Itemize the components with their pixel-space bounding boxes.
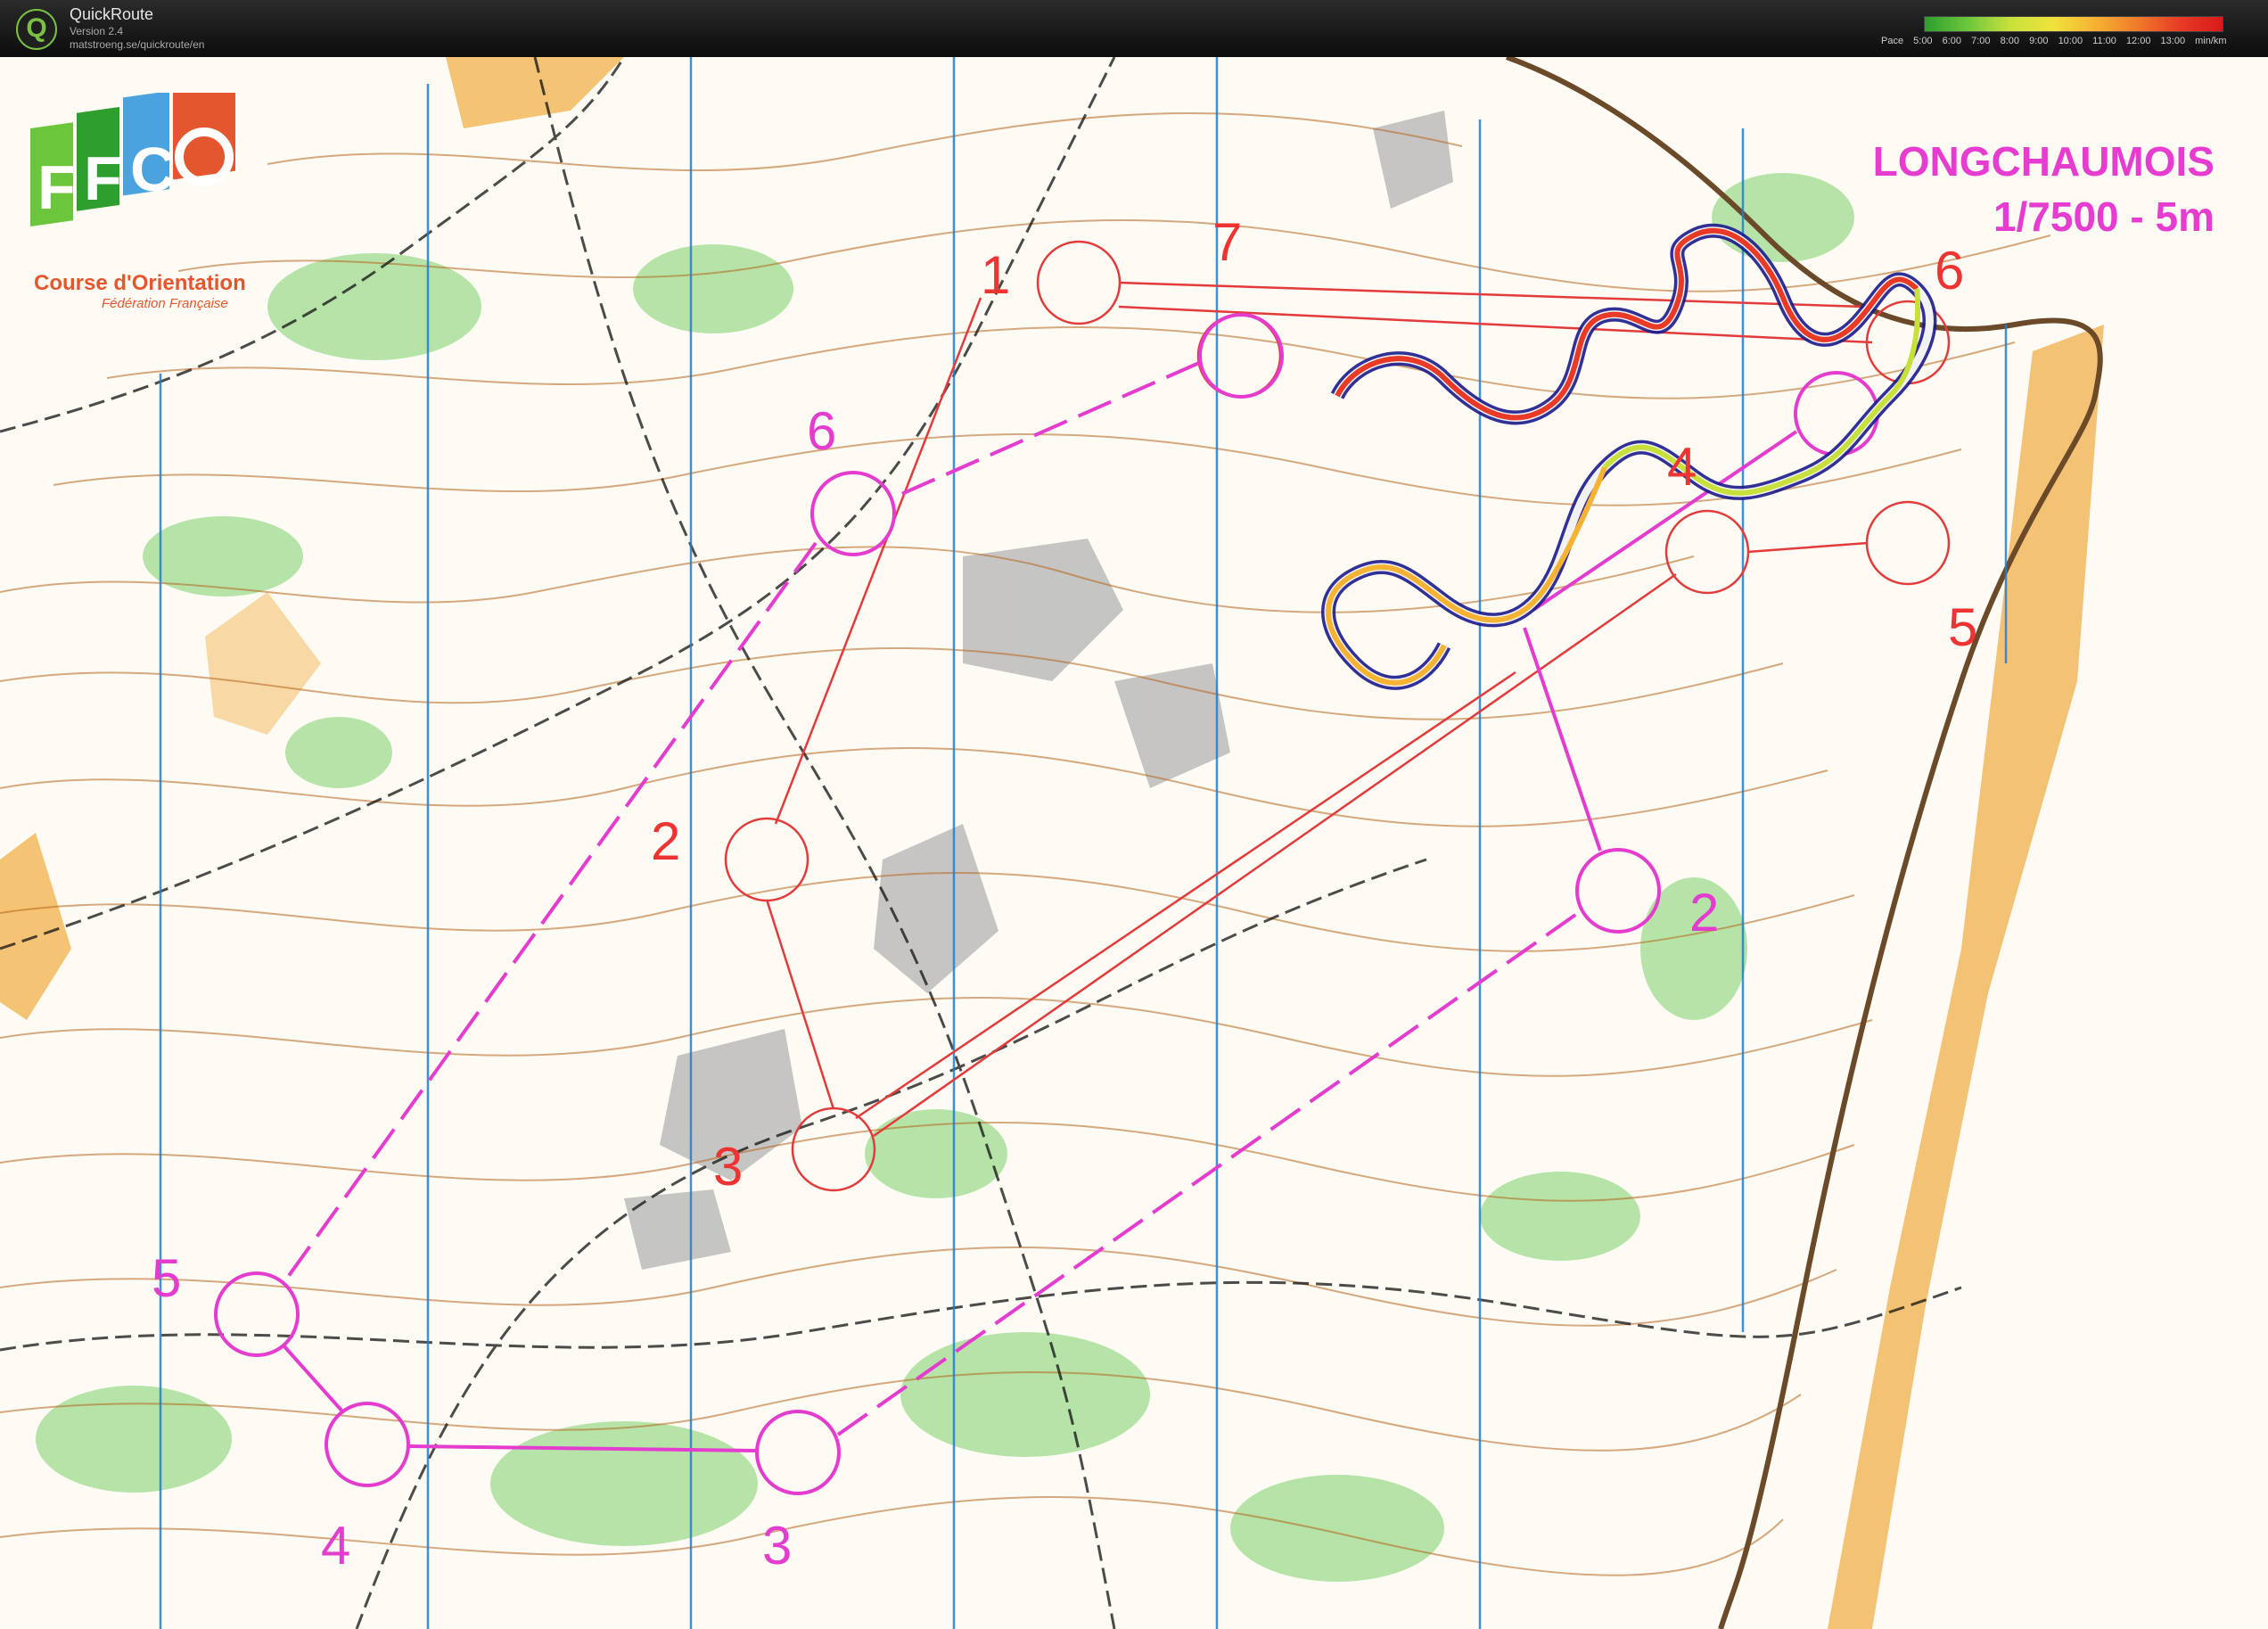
ffco-logo-icon: F F C — [30, 93, 235, 226]
control-number: 2 — [1689, 883, 1720, 942]
control-number: 3 — [762, 1516, 793, 1576]
control-number: 4 — [321, 1516, 351, 1576]
orienteering-map[interactable]: F F C Course d'Orientation Fédération Fr… — [0, 57, 2268, 1629]
pace-unit: min/km — [2195, 36, 2227, 46]
control-number: 6 — [1935, 241, 1965, 300]
map-canvas[interactable] — [0, 57, 2268, 1629]
pace-tick: 13:00 — [2160, 36, 2186, 46]
pace-label: Pace — [1881, 36, 1904, 46]
title-bar: Q QuickRoute Version 2.4 matstroeng.se/q… — [0, 0, 2268, 57]
control-number: 4 — [1667, 437, 1697, 497]
pace-tick: 10:00 — [2058, 36, 2083, 46]
app-name: QuickRoute — [70, 5, 154, 23]
control-number: 6 — [807, 401, 837, 461]
pace-tick: 9:00 — [2029, 36, 2049, 46]
logo-subtitle: Fédération Française — [102, 296, 228, 311]
map-scale: 1/7500 - 5m — [1993, 193, 2215, 240]
pace-tick: 7:00 — [1971, 36, 1991, 46]
magenta-course — [214, 313, 1879, 1495]
quickroute-icon: Q — [16, 9, 57, 50]
control-number: 1 — [981, 245, 1011, 305]
svg-text:F: F — [37, 152, 76, 222]
pace-tick: 5:00 — [1913, 36, 1933, 46]
pace-tick: 12:00 — [2125, 36, 2151, 46]
pace-color-bar — [1924, 16, 2223, 32]
svg-text:C: C — [130, 135, 176, 204]
map-name: LONGCHAUMOIS — [1872, 138, 2215, 185]
map-title: LONGCHAUMOIS 1/7500 - 5m — [1873, 134, 2215, 244]
control-number: 2 — [651, 811, 681, 871]
control-number: 5 — [152, 1248, 182, 1308]
pace-legend: Pace 5:00 6:00 7:00 8:00 9:00 10:00 11:0… — [1881, 16, 2256, 52]
pace-tick: 8:00 — [2000, 36, 2020, 46]
control-number: 3 — [713, 1137, 744, 1197]
ffco-logo: F F C Course d'Orientation Fédération Fr… — [30, 93, 253, 316]
logo-text: Course d'Orientation — [34, 271, 246, 295]
pace-tick: 6:00 — [1942, 36, 1962, 46]
svg-text:F: F — [84, 144, 122, 213]
app-version: Version 2.4 — [70, 25, 124, 37]
control-number: 5 — [1948, 597, 1978, 657]
pace-legend-labels: Pace 5:00 6:00 7:00 8:00 9:00 10:00 11:0… — [1881, 36, 2234, 46]
control-number: 7 — [1212, 212, 1243, 272]
app-url[interactable]: matstroeng.se/quickroute/en — [70, 38, 204, 51]
pace-tick: 11:00 — [2092, 36, 2116, 46]
